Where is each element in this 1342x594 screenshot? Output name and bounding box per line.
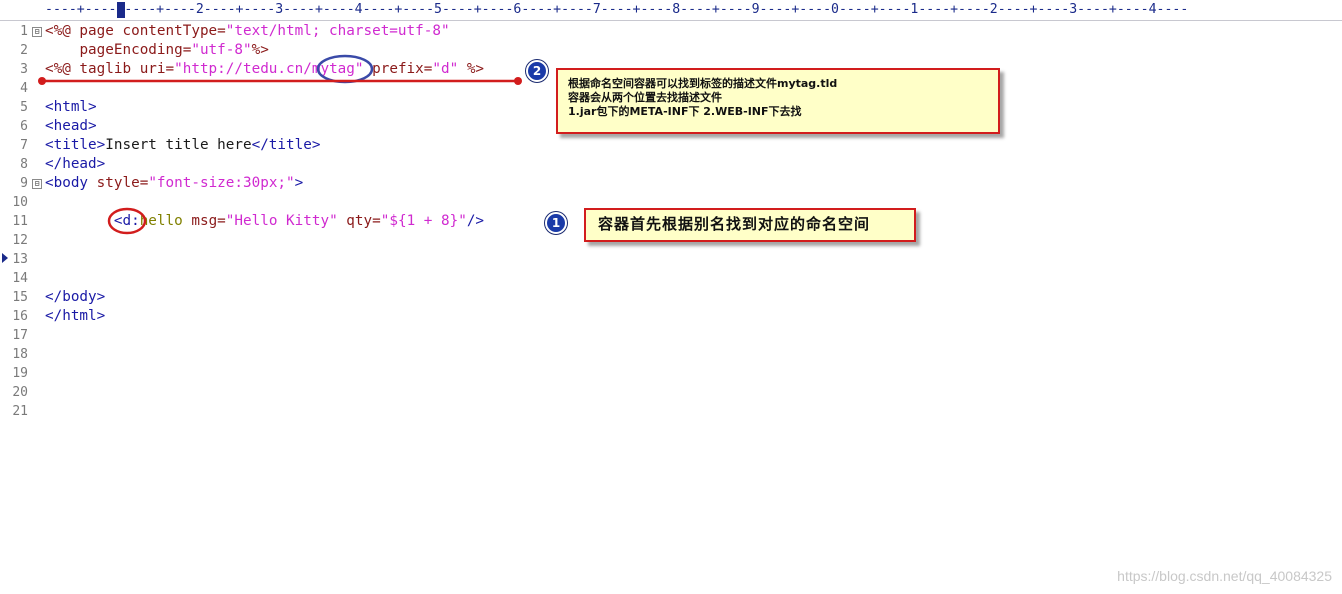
- underline-start-dot: [38, 77, 46, 85]
- underline-end-dot: [514, 77, 522, 85]
- prefix-highlight-ellipse: [107, 207, 147, 235]
- watermark: https://blog.csdn.net/qq_40084325: [1117, 568, 1332, 584]
- annotation-note-2: 根据命名空间容器可以找到标签的描述文件mytag.tld 容器会从两个位置去找描…: [556, 68, 1000, 134]
- namespace-highlight-ellipse: [316, 54, 374, 84]
- note-line: 容器首先根据别名找到对应的命名空间: [598, 215, 871, 233]
- note-line: 1.jar包下的META-INF下 2.WEB-INF下去找: [568, 105, 802, 118]
- step-badge-1: 1: [545, 212, 567, 234]
- note-line: 根据命名空间容器可以找到标签的描述文件mytag.tld: [568, 77, 838, 90]
- annotation-note-1: 容器首先根据别名找到对应的命名空间: [584, 208, 916, 242]
- step-badge-2: 2: [526, 60, 548, 82]
- note-line: 容器会从两个位置去找描述文件: [568, 91, 722, 104]
